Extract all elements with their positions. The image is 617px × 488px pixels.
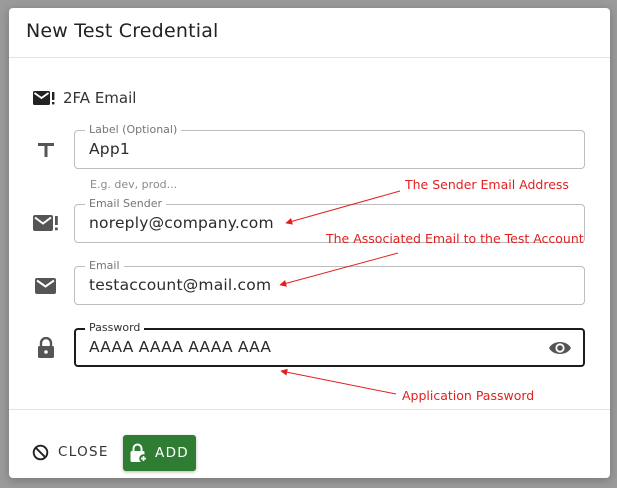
arrow-associated-email — [279, 252, 399, 287]
arrow-app-password — [280, 368, 397, 395]
arrow-sender — [285, 190, 401, 225]
annotation-arrows — [279, 190, 401, 395]
